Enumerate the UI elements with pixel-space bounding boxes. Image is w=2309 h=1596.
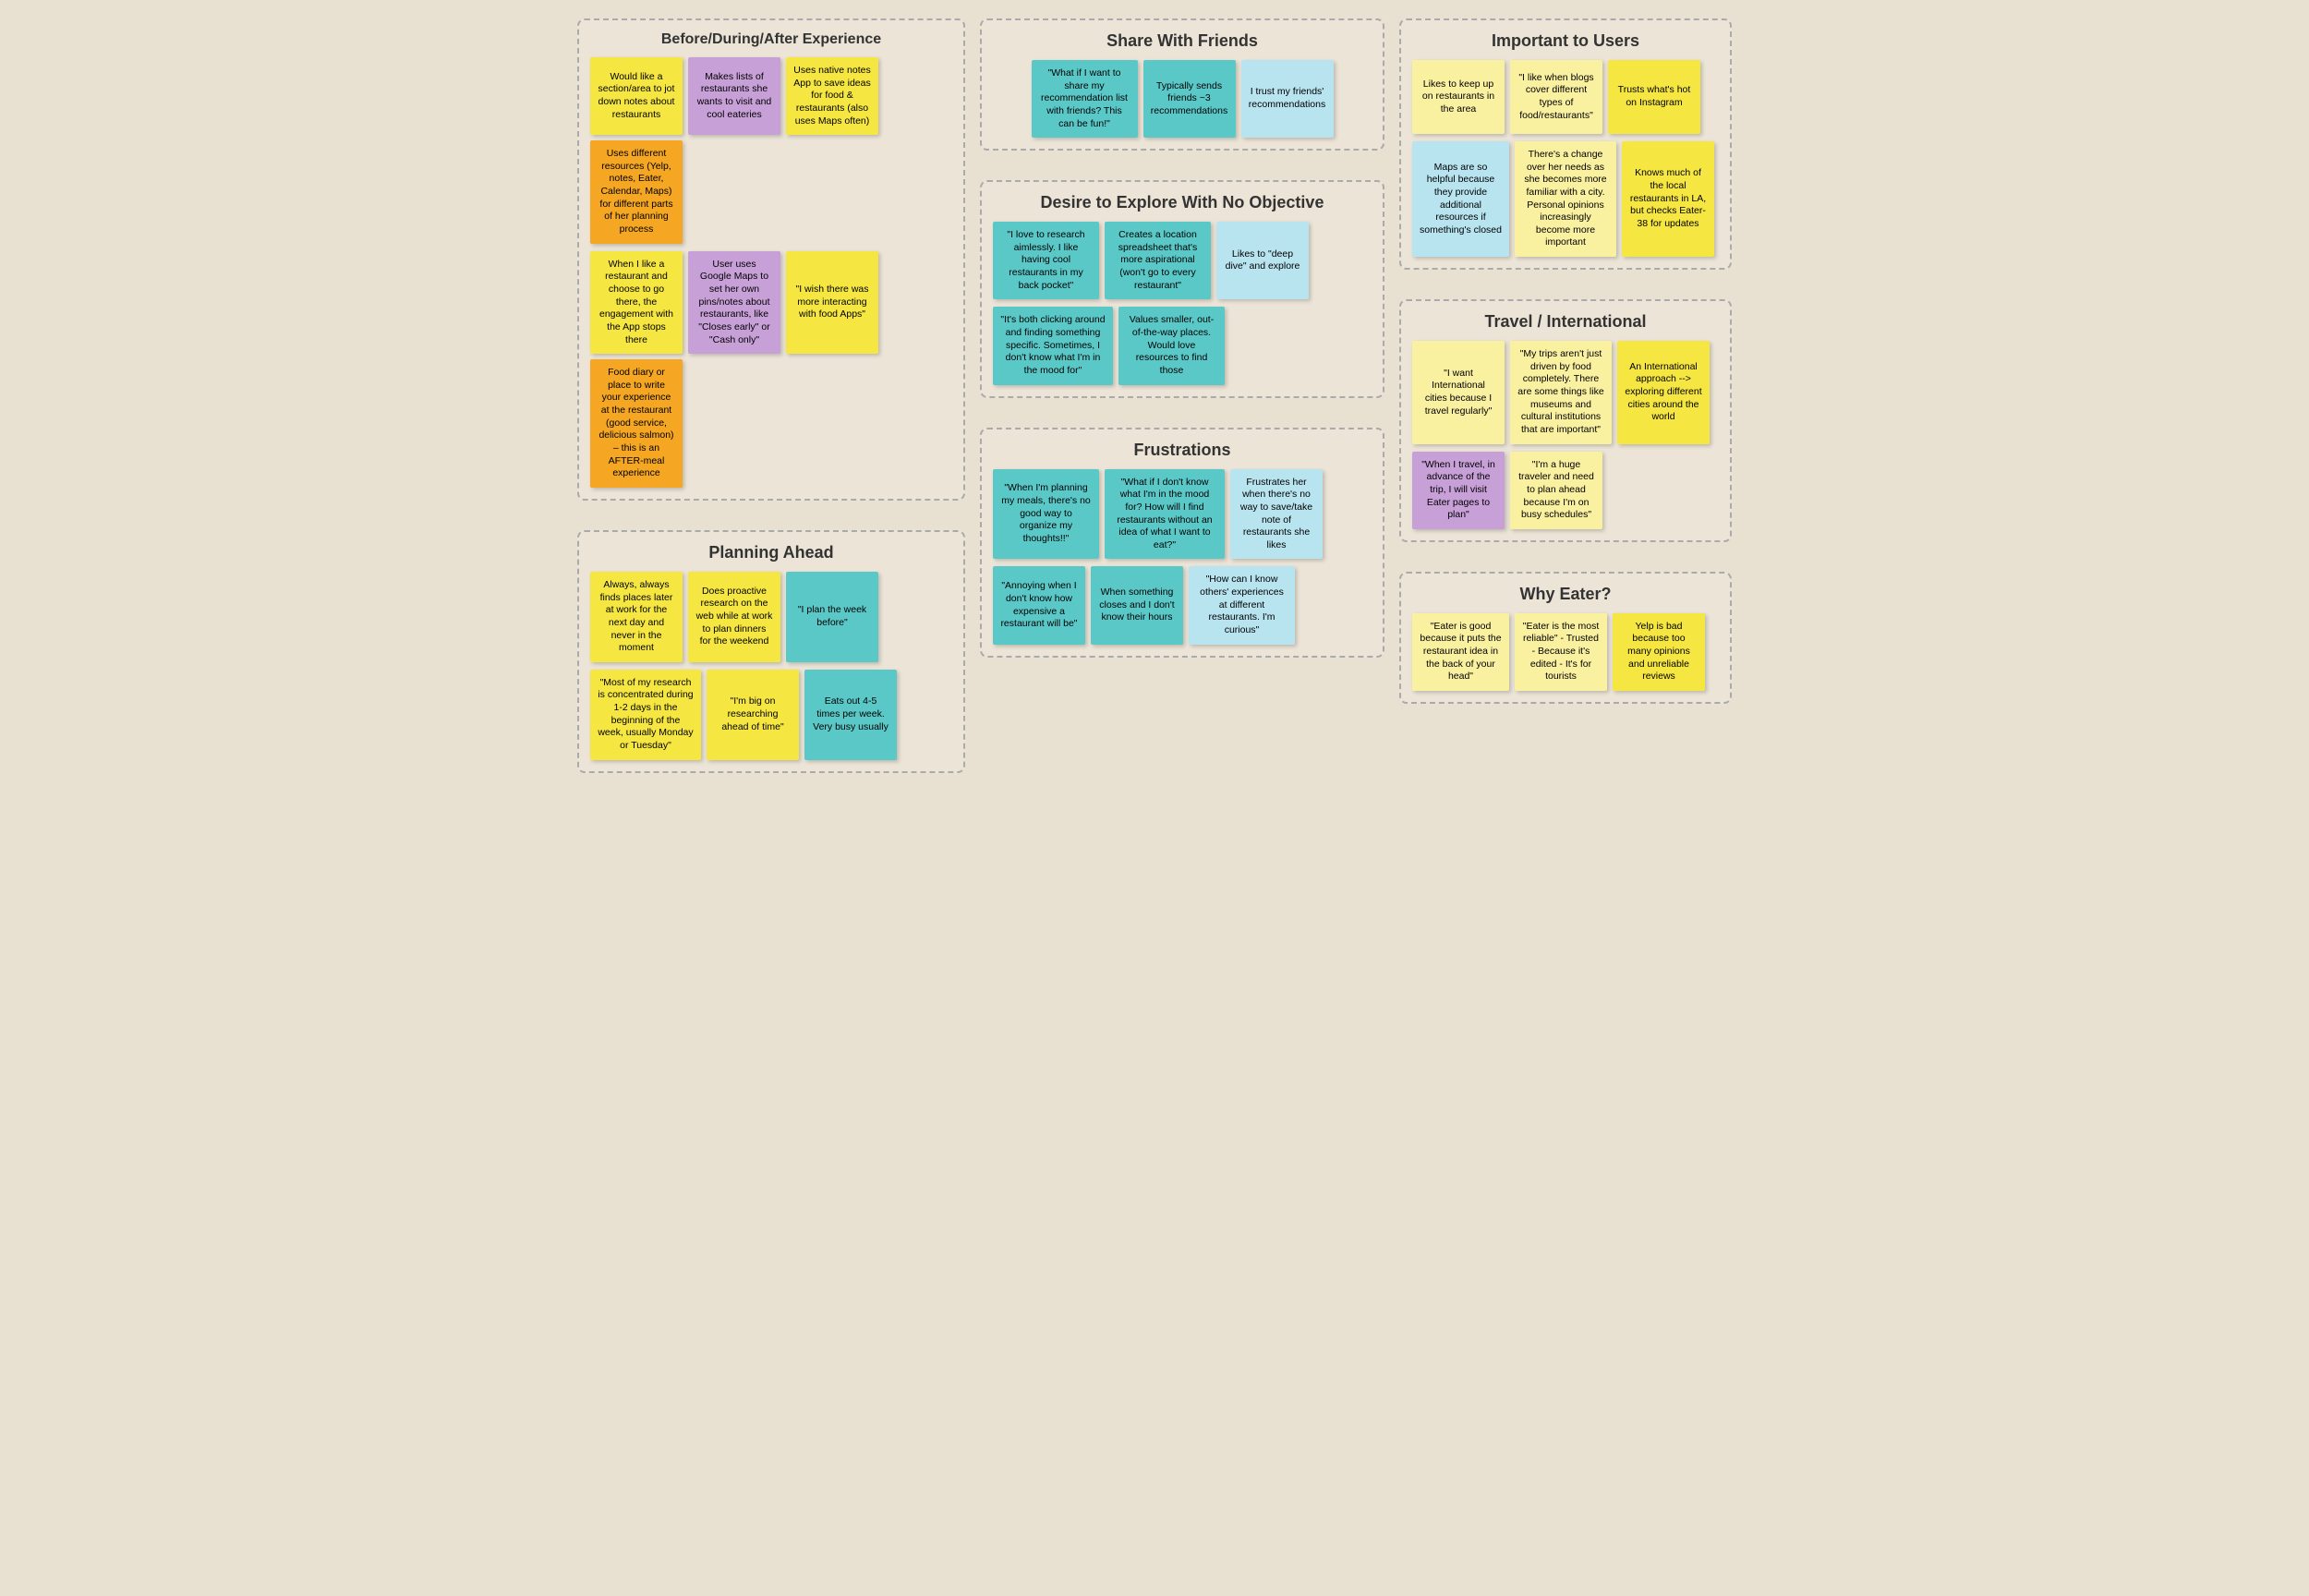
frustrations-row2: "Annoying when I don't know how expensiv…	[993, 566, 1372, 644]
sticky-note: "I wish there was more interacting with …	[786, 251, 878, 354]
important-row2: Maps are so helpful because they provide…	[1412, 141, 1719, 257]
sticky-note: "I'm a huge traveler and need to plan ah…	[1510, 452, 1602, 529]
frustrations-title: Frustrations	[993, 441, 1372, 460]
sticky-note: "When I'm planning my meals, there's no …	[993, 469, 1099, 560]
sticky-note: "What if I don't know what I'm in the mo…	[1105, 469, 1225, 560]
travel-section: Travel / International "I want Internati…	[1399, 299, 1732, 542]
why-eater-section: Why Eater? "Eater is good because it put…	[1399, 572, 1732, 704]
sticky-note: "What if I want to share my recommendati…	[1032, 60, 1138, 138]
sticky-note: Food diary or place to write your experi…	[590, 359, 683, 488]
travel-row2: "When I travel, in advance of the trip, …	[1412, 452, 1719, 529]
sticky-note: "I love to research aimlessly. I like ha…	[993, 222, 1099, 299]
sticky-note: When I like a restaurant and choose to g…	[590, 251, 683, 354]
sticky-note: "I'm big on researching ahead of time"	[707, 670, 799, 760]
important-users-title: Important to Users	[1412, 31, 1719, 51]
sticky-note: Likes to "deep dive" and explore	[1216, 222, 1309, 299]
sticky-note: Uses native notes App to save ideas for …	[786, 57, 878, 135]
sticky-note: "Most of my research is concentrated dur…	[590, 670, 701, 760]
sticky-note: "I plan the week before"	[786, 572, 878, 662]
travel-title: Travel / International	[1412, 312, 1719, 332]
left-column: Before/During/After Experience Would lik…	[577, 18, 965, 788]
important-row1: Likes to keep up on restaurants in the a…	[1412, 60, 1719, 134]
planning-row1: Always, always finds places later at wor…	[590, 572, 952, 662]
sticky-note: "Eater is good because it puts the resta…	[1412, 613, 1509, 691]
sticky-note: When something closes and I don't know t…	[1091, 566, 1183, 644]
sticky-note: Always, always finds places later at wor…	[590, 572, 683, 662]
sticky-note: Uses different resources (Yelp, notes, E…	[590, 140, 683, 243]
sticky-note: Likes to keep up on restaurants in the a…	[1412, 60, 1505, 134]
sticky-note: "I like when blogs cover different types…	[1510, 60, 1602, 134]
travel-row1: "I want International cities because I t…	[1412, 341, 1719, 443]
sticky-note: Does proactive research on the web while…	[688, 572, 780, 662]
sticky-note: Typically sends friends ~3 recommendatio…	[1143, 60, 1236, 138]
share-stickies: "What if I want to share my recommendati…	[993, 60, 1372, 138]
sticky-note: Values smaller, out-of-the-way places. W…	[1118, 307, 1225, 384]
sticky-note: "Annoying when I don't know how expensiv…	[993, 566, 1085, 644]
frustrations-section: Frustrations "When I'm planning my meals…	[980, 428, 1384, 658]
sticky-note: Eats out 4-5 times per week. Very busy u…	[804, 670, 897, 760]
sticky-note: "My trips aren't just driven by food com…	[1510, 341, 1612, 443]
sticky-note: "How can I know others' experiences at d…	[1189, 566, 1295, 644]
why-eater-stickies: "Eater is good because it puts the resta…	[1412, 613, 1719, 691]
sticky-note: User uses Google Maps to set her own pin…	[688, 251, 780, 354]
sticky-note: "When I travel, in advance of the trip, …	[1412, 452, 1505, 529]
sticky-note: Trusts what's hot on Instagram	[1608, 60, 1700, 134]
explore-row1: "I love to research aimlessly. I like ha…	[993, 222, 1372, 299]
sticky-note: Maps are so helpful because they provide…	[1412, 141, 1509, 257]
sticky-note: I trust my friends' recommendations	[1241, 60, 1334, 138]
sticky-note: Creates a location spreadsheet that's mo…	[1105, 222, 1211, 299]
before-during-after-section: Before/During/After Experience Would lik…	[577, 18, 965, 501]
explore-row2: "It's both clicking around and finding s…	[993, 307, 1372, 384]
sticky-note: "I want International cities because I t…	[1412, 341, 1505, 443]
planning-ahead-section: Planning Ahead Always, always finds plac…	[577, 530, 965, 773]
sticky-note: Makes lists of restaurants she wants to …	[688, 57, 780, 135]
desire-explore-title: Desire to Explore With No Objective	[993, 193, 1372, 212]
sticky-note: Frustrates her when there's no way to sa…	[1230, 469, 1323, 560]
sticky-note: There's a change over her needs as she b…	[1515, 141, 1616, 257]
before-row1: Would like a section/area to jot down no…	[590, 57, 952, 244]
right-column: Important to Users Likes to keep up on r…	[1399, 18, 1732, 788]
why-eater-title: Why Eater?	[1412, 585, 1719, 604]
share-friends-title: Share With Friends	[993, 31, 1372, 51]
frustrations-row1: "When I'm planning my meals, there's no …	[993, 469, 1372, 560]
sticky-note: Knows much of the local restaurants in L…	[1622, 141, 1714, 257]
main-page: Before/During/After Experience Would lik…	[577, 18, 1732, 788]
before-during-after-title: Before/During/After Experience	[590, 31, 952, 48]
middle-column: Share With Friends "What if I want to sh…	[980, 18, 1384, 788]
sticky-note: "Eater is the most reliable" - Trusted -…	[1515, 613, 1607, 691]
sticky-note: "It's both clicking around and finding s…	[993, 307, 1113, 384]
sticky-note: Yelp is bad because too many opinions an…	[1613, 613, 1705, 691]
sticky-note: Would like a section/area to jot down no…	[590, 57, 683, 135]
sticky-note: An International approach --> exploring …	[1617, 341, 1710, 443]
important-users-section: Important to Users Likes to keep up on r…	[1399, 18, 1732, 270]
desire-explore-section: Desire to Explore With No Objective "I l…	[980, 180, 1384, 397]
planning-row2: "Most of my research is concentrated dur…	[590, 670, 952, 760]
share-with-friends-section: Share With Friends "What if I want to sh…	[980, 18, 1384, 151]
planning-ahead-title: Planning Ahead	[590, 543, 952, 562]
before-row2: When I like a restaurant and choose to g…	[590, 251, 952, 488]
